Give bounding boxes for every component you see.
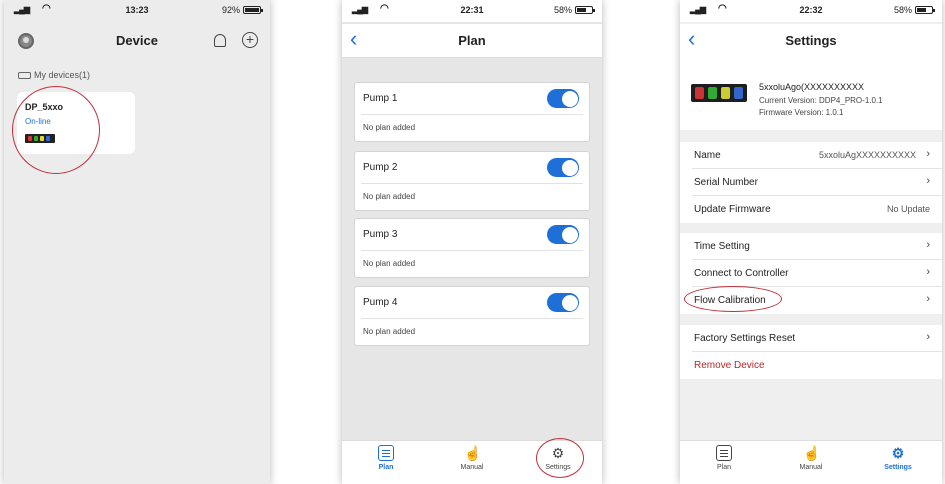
device-status: On-line — [25, 117, 51, 126]
settings-row-time-setting[interactable]: Time Setting › — [680, 233, 942, 260]
divider — [361, 318, 583, 319]
nav-bar: ‹ Plan — [342, 24, 602, 58]
pump-card[interactable]: Pump 4 No plan added — [354, 286, 590, 346]
tab-label: Settings — [884, 464, 912, 471]
battery-percent: 92% — [221, 5, 240, 15]
plan-icon — [378, 445, 394, 461]
nav-bar: ‹ Settings — [680, 24, 942, 58]
tab-plan[interactable]: Plan — [694, 445, 754, 471]
battery-icon — [243, 6, 263, 14]
tab-label: Settings — [545, 464, 571, 471]
page-title: Settings — [785, 33, 837, 48]
device-list-icon — [18, 72, 31, 79]
chevron-right-icon: › — [926, 239, 930, 251]
device-thumbnail — [25, 134, 55, 143]
row-label: Time Setting — [694, 241, 750, 252]
plan-screen: ▂▄▆ ◠ 22:31 58% ‹ Plan Pump 1 No plan ad… — [342, 0, 602, 484]
settings-row-flow-calibration[interactable]: Flow Calibration › — [680, 287, 942, 314]
tab-manual[interactable]: ☝ Manual — [442, 445, 502, 471]
status-bar: ▂▄▆ ◠ 13:23 92% — [4, 0, 270, 22]
device-name: 5xxoluAgo(XXXXXXXXXX — [759, 82, 865, 92]
row-label: Flow Calibration — [694, 295, 766, 306]
tab-bar: Plan ☝ Manual ⚙ Settings — [680, 440, 942, 484]
row-label: Serial Number — [694, 177, 758, 188]
my-devices-text: My devices(1) — [34, 70, 91, 80]
settings-row-factory-reset[interactable]: Factory Settings Reset › — [680, 325, 942, 352]
divider — [361, 114, 583, 115]
settings-row-update-firmware[interactable]: Update Firmware No Update — [680, 196, 942, 223]
current-version: Current Version: DDP4_PRO-1.0.1 — [759, 96, 883, 105]
battery-icon — [575, 6, 595, 14]
divider — [361, 183, 583, 184]
row-value: No Update — [886, 204, 930, 214]
tab-settings[interactable]: ⚙ Settings — [528, 445, 588, 471]
pump-name: Pump 2 — [363, 162, 398, 173]
page-title: Device — [116, 33, 158, 48]
chevron-right-icon: › — [926, 266, 930, 278]
pump-toggle[interactable] — [547, 158, 579, 177]
pump-card[interactable]: Pump 2 No plan added — [354, 151, 590, 211]
pump-name: Pump 1 — [363, 93, 398, 104]
firmware-version: Firmware Version: 1.0.1 — [759, 108, 844, 117]
bell-icon[interactable] — [214, 34, 226, 47]
remove-device-button[interactable]: Remove Device — [680, 352, 942, 379]
settings-screen: ▂▄▆ ◠ 22:32 58% ‹ Settings 5xxoluAgo(XXX… — [680, 0, 942, 484]
device-info-panel: 5xxoluAgo(XXXXXXXXXX Current Version: DD… — [680, 58, 942, 130]
row-value: 5xxoluAgXXXXXXXXXX — [818, 150, 916, 160]
pump-name: Pump 3 — [363, 229, 398, 240]
row-label: Connect to Controller — [694, 268, 789, 279]
add-icon[interactable]: + — [242, 32, 258, 48]
battery-percent: 58% — [893, 5, 912, 15]
gear-icon: ⚙ — [891, 445, 905, 461]
page-title: Plan — [458, 33, 486, 48]
tab-label: Manual — [799, 464, 823, 471]
settings-row-connect-controller[interactable]: Connect to Controller › — [680, 260, 942, 287]
pump-toggle[interactable] — [547, 89, 579, 108]
hand-icon: ☝ — [803, 445, 821, 461]
nav-bar: Device + — [4, 24, 270, 58]
row-label: Factory Settings Reset — [694, 333, 796, 344]
pump-plan-status: No plan added — [363, 259, 416, 268]
chevron-right-icon: › — [926, 331, 930, 343]
pump-plan-status: No plan added — [363, 327, 416, 336]
device-name: DP_5xxo — [25, 102, 64, 112]
status-bar: ▂▄▆ ◠ 22:32 58% — [680, 0, 942, 22]
gear-icon: ⚙ — [551, 445, 565, 461]
pump-card[interactable]: Pump 3 No plan added — [354, 218, 590, 278]
pump-card[interactable]: Pump 1 No plan added — [354, 82, 590, 142]
row-label: Name — [694, 150, 721, 161]
device-screen: ▂▄▆ ◠ 13:23 92% Device + My devices(1) D… — [4, 0, 270, 484]
hand-icon: ☝ — [464, 445, 482, 461]
my-devices-label: My devices(1) — [18, 70, 90, 80]
tab-label: Plan — [378, 464, 394, 471]
battery-percent: 58% — [553, 5, 572, 15]
pump-toggle[interactable] — [547, 225, 579, 244]
row-label: Remove Device — [694, 360, 765, 371]
pump-plan-status: No plan added — [363, 123, 416, 132]
row-label: Update Firmware — [694, 204, 771, 215]
settings-row-name[interactable]: Name 5xxoluAgXXXXXXXXXX › — [680, 142, 942, 169]
settings-row-serial-number[interactable]: Serial Number › — [680, 169, 942, 196]
pump-toggle[interactable] — [547, 293, 579, 312]
chevron-right-icon: › — [926, 175, 930, 187]
tab-bar: Plan ☝ Manual ⚙ Settings — [342, 440, 602, 484]
chevron-right-icon: › — [926, 148, 930, 160]
device-thumbnail — [691, 84, 747, 102]
tab-plan[interactable]: Plan — [356, 445, 416, 471]
tab-label: Manual — [460, 464, 484, 471]
tab-label: Plan — [716, 464, 731, 471]
pump-name: Pump 4 — [363, 297, 398, 308]
battery-icon — [915, 6, 935, 14]
device-card[interactable]: DP_5xxo On-line — [17, 92, 135, 154]
tab-settings[interactable]: ⚙ Settings — [868, 445, 928, 471]
divider — [361, 250, 583, 251]
pump-plan-status: No plan added — [363, 192, 416, 201]
plan-icon — [716, 445, 732, 461]
chevron-right-icon: › — [926, 293, 930, 305]
tab-manual[interactable]: ☝ Manual — [781, 445, 841, 471]
status-bar: ▂▄▆ ◠ 22:31 58% — [342, 0, 602, 22]
